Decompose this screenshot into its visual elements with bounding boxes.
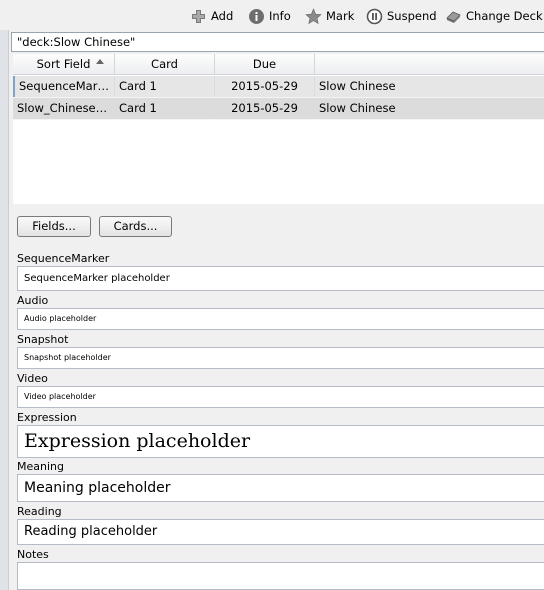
browser-window: Add Info Mark Suspend Change Deck "deck:… bbox=[0, 0, 544, 590]
table-row[interactable]: Slow_Chinese_1... Card 1 2015-05-29 Slow… bbox=[13, 98, 544, 120]
cell-sort-field: SequenceMarker ... bbox=[13, 76, 115, 97]
field-editor-notes[interactable] bbox=[17, 562, 544, 590]
field-label-reading: Reading bbox=[17, 505, 62, 518]
column-deck[interactable] bbox=[315, 54, 544, 75]
field-editor-snapshot[interactable]: Snapshot placeholder bbox=[17, 347, 544, 369]
deck-icon bbox=[445, 8, 462, 25]
field-editor-reading[interactable]: Reading placeholder bbox=[17, 519, 544, 545]
suspend-label: Suspend bbox=[387, 9, 437, 23]
column-label: Due bbox=[252, 57, 277, 71]
field-label-expression: Expression bbox=[17, 411, 77, 424]
cell-deck: Slow Chinese bbox=[319, 101, 396, 115]
field-editor-audio[interactable]: Audio placeholder bbox=[17, 308, 544, 330]
field-editor-meaning[interactable]: Meaning placeholder bbox=[17, 474, 544, 502]
cell-card: Card 1 bbox=[115, 98, 215, 119]
add-label: Add bbox=[211, 9, 234, 23]
info-label: Info bbox=[269, 9, 291, 23]
mark-button[interactable]: Mark bbox=[305, 5, 354, 27]
add-button[interactable]: Add bbox=[190, 5, 233, 27]
field-label-audio: Audio bbox=[17, 294, 49, 307]
column-label: Card bbox=[151, 57, 178, 71]
change-deck-button[interactable]: Change Deck bbox=[445, 5, 543, 27]
cell-due: 2015-05-29 bbox=[215, 76, 315, 97]
change-deck-label: Change Deck bbox=[466, 9, 543, 23]
field-editor-sequencemarker[interactable]: SequenceMarker placeholder bbox=[17, 266, 544, 291]
toolbar: Add Info Mark Suspend Change Deck bbox=[0, 0, 544, 32]
cell-card: Card 1 bbox=[115, 76, 215, 97]
fields-button[interactable]: Fields... bbox=[17, 216, 91, 237]
column-card[interactable]: Card bbox=[115, 54, 215, 75]
field-editor-expression[interactable]: Expression placeholder bbox=[17, 425, 544, 458]
field-label-video: Video bbox=[17, 372, 48, 385]
sidebar-splitter[interactable] bbox=[0, 30, 9, 590]
pause-icon bbox=[366, 8, 383, 25]
field-label-notes: Notes bbox=[17, 548, 49, 561]
column-sort-field[interactable]: Sort Field bbox=[13, 54, 115, 75]
table-row[interactable]: SequenceMarker ... Card 1 2015-05-29 Slo… bbox=[13, 76, 544, 98]
card-table: Sort Field Card Due SequenceMarker ... C… bbox=[13, 54, 544, 204]
search-input[interactable]: "deck:Slow Chinese" bbox=[11, 32, 544, 52]
column-label: Sort Field bbox=[36, 57, 91, 71]
star-icon bbox=[305, 7, 322, 25]
field-label-meaning: Meaning bbox=[17, 460, 64, 473]
field-editor-video[interactable]: Video placeholder bbox=[17, 386, 544, 408]
field-label-snapshot: Snapshot bbox=[17, 333, 69, 346]
sort-ascending-icon bbox=[96, 59, 104, 64]
cell-deck: Slow Chinese bbox=[319, 79, 396, 93]
info-icon bbox=[248, 8, 265, 25]
info-button[interactable]: Info bbox=[248, 5, 291, 27]
mark-label: Mark bbox=[326, 9, 355, 23]
suspend-button[interactable]: Suspend bbox=[366, 5, 437, 27]
column-due[interactable]: Due bbox=[215, 54, 315, 75]
table-header: Sort Field Card Due bbox=[13, 54, 544, 75]
add-icon bbox=[190, 8, 207, 25]
cards-button[interactable]: Cards... bbox=[99, 216, 172, 237]
cell-sort-field: Slow_Chinese_1... bbox=[13, 98, 115, 119]
field-label-sequencemarker: SequenceMarker bbox=[17, 252, 110, 265]
cell-due: 2015-05-29 bbox=[215, 98, 315, 119]
